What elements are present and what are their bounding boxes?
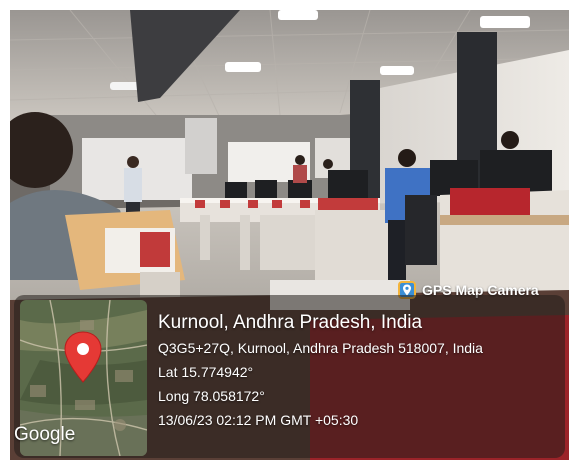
location-info: Kurnool, Andhra Pradesh, India Q3G5+27Q,…: [158, 310, 563, 432]
location-datetime: 13/06/23 02:12 PM GMT +05:30: [158, 412, 359, 428]
photo-frame: GPS Map Camera Google Kurnool, Andhra Pr…: [10, 10, 569, 460]
location-title: Kurnool, Andhra Pradesh, India: [158, 312, 423, 333]
location-latitude: Lat 15.774942°: [158, 364, 254, 380]
location-longitude: Long 78.058172°: [158, 388, 265, 404]
map-attribution: Google: [14, 424, 76, 445]
location-address: Q3G5+27Q, Kurnool, Andhra Pradesh 518007…: [158, 340, 483, 356]
